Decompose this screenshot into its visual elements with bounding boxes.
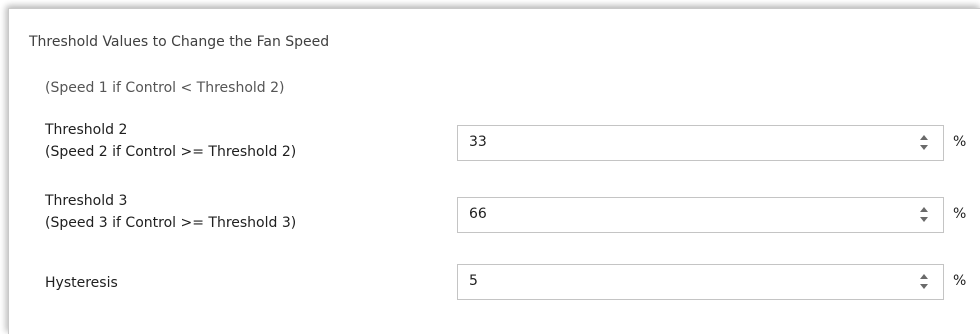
threshold-2-value[interactable]: 33 xyxy=(469,134,487,150)
spin-up-icon[interactable] xyxy=(920,135,928,140)
threshold-3-label: Threshold 3 (Speed 3 if Control >= Thres… xyxy=(45,190,296,234)
threshold-3-title: Threshold 3 xyxy=(45,193,128,209)
threshold-3-description: (Speed 3 if Control >= Threshold 3) xyxy=(45,215,297,231)
spin-up-icon[interactable] xyxy=(920,207,928,212)
hysteresis-unit: % xyxy=(953,273,967,289)
threshold-2-spinner[interactable] xyxy=(919,133,929,153)
threshold-2-title: Threshold 2 xyxy=(45,122,128,138)
threshold-3-value[interactable]: 66 xyxy=(469,206,487,222)
spin-down-icon[interactable] xyxy=(920,217,928,222)
threshold-2-description: (Speed 2 if Control >= Threshold 2) xyxy=(45,144,297,160)
threshold-2-label: Threshold 2 (Speed 2 if Control >= Thres… xyxy=(45,119,296,163)
threshold-3-spinbox[interactable]: 66 xyxy=(457,197,944,233)
threshold-3-spinner[interactable] xyxy=(919,205,929,225)
threshold-2-spinbox[interactable]: 33 xyxy=(457,125,944,161)
hysteresis-spinner[interactable] xyxy=(919,272,929,292)
spin-down-icon[interactable] xyxy=(920,284,928,289)
threshold-2-unit: % xyxy=(953,134,967,150)
hysteresis-value[interactable]: 5 xyxy=(469,273,478,289)
spin-down-icon[interactable] xyxy=(920,145,928,150)
spin-up-icon[interactable] xyxy=(920,274,928,279)
hysteresis-spinbox[interactable]: 5 xyxy=(457,264,944,300)
hysteresis-title: Hysteresis xyxy=(45,275,118,291)
hysteresis-label: Hysteresis xyxy=(45,272,118,294)
threshold-3-unit: % xyxy=(953,206,967,222)
section-title: Threshold Values to Change the Fan Speed xyxy=(29,34,330,50)
speed-1-note: (Speed 1 if Control < Threshold 2) xyxy=(45,80,285,96)
